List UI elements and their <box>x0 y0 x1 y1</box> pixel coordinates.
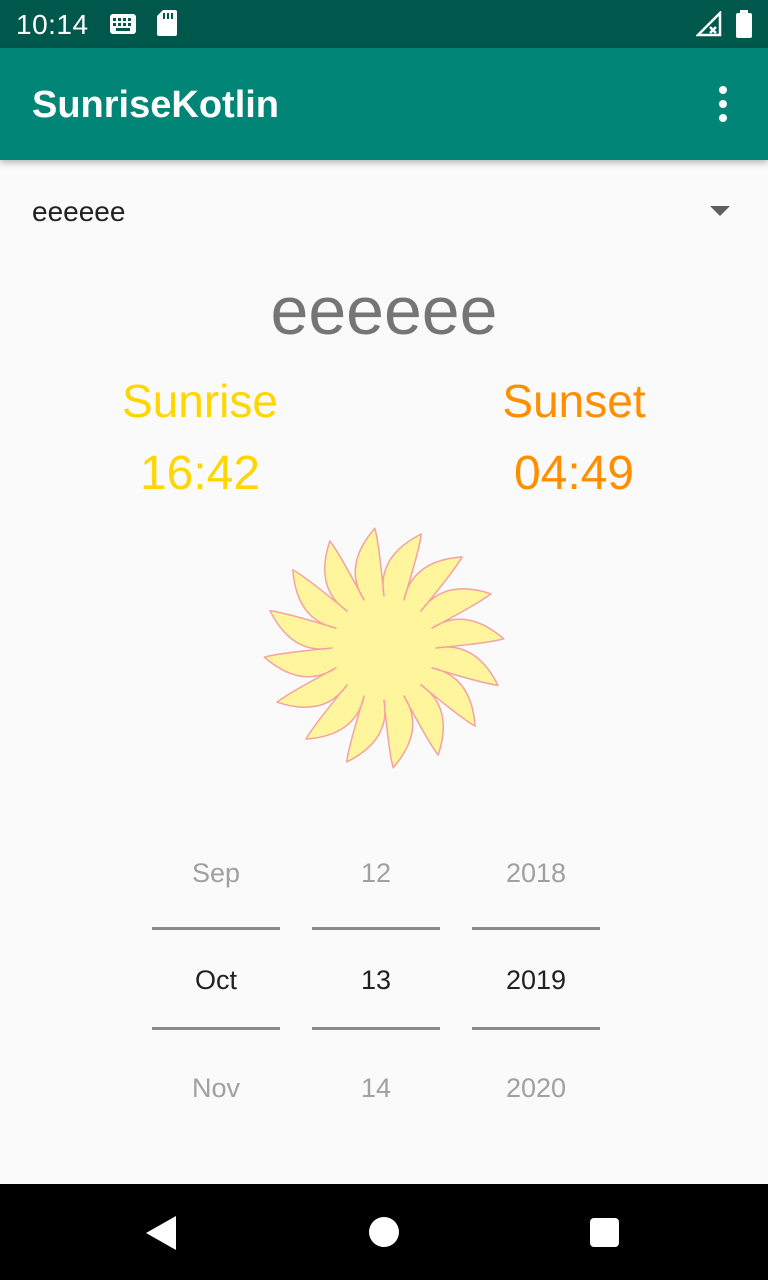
picker-divider <box>472 1027 600 1030</box>
overflow-menu-icon[interactable] <box>712 85 736 125</box>
year-selected[interactable]: 2019 <box>472 965 600 996</box>
app-bar: SunriseKotlin <box>0 48 768 160</box>
month-next[interactable]: Nov <box>152 1073 280 1104</box>
sd-card-icon <box>157 10 177 36</box>
location-title: eeeeee <box>270 273 498 349</box>
sunrise-time: 16:42 <box>139 447 261 500</box>
month-prev[interactable]: Sep <box>152 858 280 889</box>
year-picker[interactable]: 2018 2019 2020 <box>472 840 600 1130</box>
day-next[interactable]: 14 <box>312 1073 440 1104</box>
day-selected[interactable]: 13 <box>312 965 440 996</box>
dropdown-arrow-icon <box>710 206 730 216</box>
location-spinner[interactable]: eeeeee <box>0 160 768 260</box>
status-time: 10:14 <box>16 9 89 40</box>
sunset-time: 04:49 <box>513 447 635 500</box>
picker-divider <box>152 1027 280 1030</box>
home-icon[interactable] <box>369 1217 399 1247</box>
app-title: SunriseKotlin <box>32 84 280 126</box>
recents-icon[interactable] <box>590 1218 619 1247</box>
day-picker[interactable]: 12 13 14 <box>312 840 440 1130</box>
signal-no-data-icon <box>696 11 722 37</box>
sunrise-label: Sunrise <box>122 375 278 427</box>
battery-icon <box>736 10 752 38</box>
day-prev[interactable]: 12 <box>312 858 440 889</box>
back-icon[interactable] <box>146 1216 176 1250</box>
picker-divider <box>312 1027 440 1030</box>
month-picker[interactable]: Sep Oct Nov <box>152 840 280 1130</box>
sunset-label: Sunset <box>502 375 646 427</box>
picker-divider <box>472 927 600 930</box>
year-next[interactable]: 2020 <box>472 1073 600 1104</box>
picker-divider <box>152 927 280 930</box>
spinner-selected-value: eeeeee <box>32 196 126 227</box>
picker-divider <box>312 927 440 930</box>
month-selected[interactable]: Oct <box>152 965 280 996</box>
sun-icon <box>263 527 505 769</box>
status-bar: 10:14 <box>0 0 768 48</box>
year-prev[interactable]: 2018 <box>472 858 600 889</box>
keyboard-icon <box>110 14 136 34</box>
